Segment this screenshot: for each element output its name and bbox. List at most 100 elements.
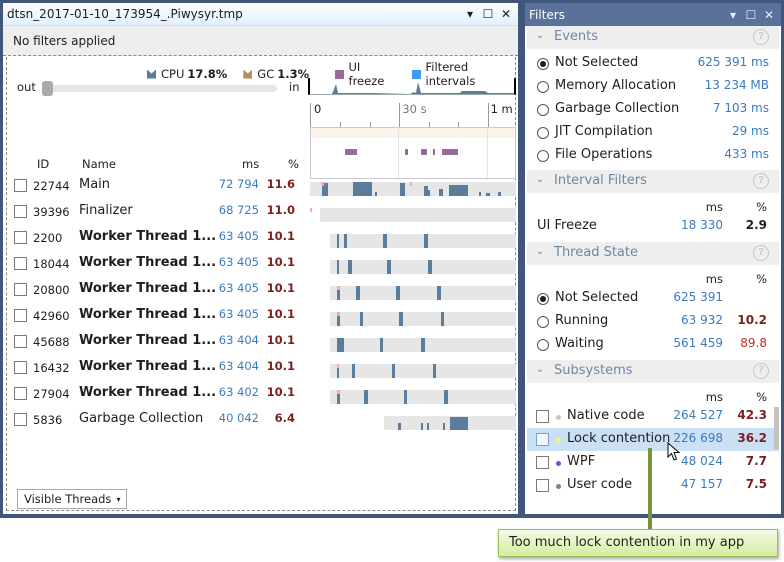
radio-button[interactable] — [537, 150, 549, 162]
thread-checkbox[interactable] — [14, 205, 27, 218]
thread-row[interactable]: 18044 Worker Thread 1... 63 405 10.1 — [7, 251, 517, 277]
subsystem-checkbox[interactable] — [536, 433, 549, 446]
event-filter-option[interactable]: Garbage Collection 7 103 ms — [527, 98, 779, 121]
chevron-down-icon: ▾ — [116, 494, 121, 504]
thread-activity-track[interactable] — [329, 338, 516, 352]
thread-row[interactable]: 27904 Worker Thread 1... 63 402 10.1 — [7, 381, 517, 407]
thread-activity-track[interactable] — [329, 286, 516, 300]
option-ms: 47 157 — [681, 477, 723, 491]
maximize-icon[interactable]: ☐ — [482, 7, 494, 21]
thread-activity-track[interactable] — [310, 208, 516, 222]
zoom-slider-thumb[interactable] — [42, 81, 53, 96]
event-filter-option[interactable]: JIT Compilation 29 ms — [527, 121, 779, 144]
window-title: dtsn_2017-01-10_173954_.Piwysyr.tmp — [7, 7, 243, 21]
timeline-overview[interactable] — [308, 78, 516, 95]
thread-activity-track[interactable] — [329, 390, 516, 404]
cpu-activity-segment — [355, 286, 361, 300]
thread-checkbox[interactable] — [14, 283, 27, 296]
thread-state-option[interactable]: Running 63 932 10.2 — [527, 310, 779, 333]
radio-button[interactable] — [537, 81, 549, 93]
radio-button[interactable] — [537, 316, 549, 328]
thread-activity-track[interactable] — [329, 364, 516, 378]
subsystem-option[interactable]: User code 47 157 7.5 — [527, 474, 779, 497]
thread-checkbox[interactable] — [14, 335, 27, 348]
scrollbar-thumb[interactable] — [774, 407, 779, 449]
thread-row[interactable]: 42960 Worker Thread 1... 63 405 10.1 — [7, 303, 517, 329]
radio-button[interactable] — [537, 127, 549, 139]
chevron-down-icon: ⌄ — [536, 364, 545, 375]
thread-row[interactable]: 2200 Worker Thread 1... 63 405 10.1 — [7, 225, 517, 251]
option-pct: 89.8 — [740, 336, 767, 350]
subsystem-option[interactable]: Native code 264 527 42.3 — [527, 405, 779, 428]
thread-row[interactable]: 45688 Worker Thread 1... 63 404 10.1 — [7, 329, 517, 355]
event-filter-option[interactable]: Not Selected 625 391 ms — [527, 52, 779, 75]
filter-status-bar: No filters applied — [3, 26, 518, 56]
thread-checkbox[interactable] — [14, 387, 27, 400]
thread-activity-track[interactable] — [310, 182, 516, 196]
interval-filter-row[interactable]: UI Freeze 18 330 2.9 — [527, 215, 779, 238]
section-interval-filters[interactable]: ⌄ Interval Filters? — [527, 170, 779, 193]
radio-button[interactable] — [537, 293, 549, 305]
thread-checkbox[interactable] — [14, 231, 27, 244]
axis-tick-label: 0 — [314, 102, 322, 116]
thread-checkbox[interactable] — [14, 413, 27, 426]
subsystem-checkbox[interactable] — [536, 410, 549, 423]
subsystem-option[interactable]: Lock contention 226 698 36.2 — [527, 428, 779, 451]
window-menu-dropdown-icon[interactable]: ▾ — [464, 7, 476, 21]
thread-activity-track[interactable] — [329, 260, 516, 274]
close-icon[interactable]: ✕ — [500, 7, 512, 21]
thread-checkbox[interactable] — [14, 179, 27, 192]
event-filter-option[interactable]: Memory Allocation 13 234 MB — [527, 75, 779, 98]
help-icon[interactable]: ? — [753, 173, 769, 189]
thread-state-option[interactable]: Not Selected 625 391 — [527, 287, 779, 310]
help-icon[interactable]: ? — [753, 29, 769, 45]
cpu-activity-segment — [347, 260, 352, 274]
thread-activity-track[interactable] — [329, 234, 516, 248]
thread-checkbox[interactable] — [14, 309, 27, 322]
cpu-activity-segment — [444, 390, 449, 404]
filters-scrollbar[interactable] — [774, 407, 779, 529]
col-pct-header: % — [756, 272, 767, 286]
help-icon[interactable]: ? — [753, 363, 769, 379]
thread-activity-track[interactable] — [384, 416, 516, 430]
thread-row[interactable]: 5836 Garbage Collection 40 042 6.4 — [7, 407, 517, 433]
close-icon[interactable]: ✕ — [763, 8, 775, 22]
col-name-header[interactable]: Name — [82, 157, 116, 171]
thread-row[interactable]: 16432 Worker Thread 1... 63 404 10.1 — [7, 355, 517, 381]
subsystem-checkbox[interactable] — [536, 456, 549, 469]
thread-name: Main — [79, 177, 111, 192]
thread-state-option[interactable]: Waiting 561 459 89.8 — [527, 333, 779, 356]
option-label: JIT Compilation — [555, 124, 653, 139]
cpu-activity-segment — [443, 423, 446, 430]
thread-checkbox[interactable] — [14, 361, 27, 374]
thread-pct: 6.4 — [274, 411, 295, 425]
thread-row[interactable]: 20800 Worker Thread 1... 63 405 10.1 — [7, 277, 517, 303]
radio-button[interactable] — [537, 104, 549, 116]
maximize-icon[interactable]: ☐ — [745, 8, 757, 22]
event-filter-option[interactable]: File Operations 433 ms — [527, 144, 779, 167]
window-menu-dropdown-icon[interactable]: ▾ — [727, 8, 739, 22]
col-id-header[interactable]: ID — [37, 157, 49, 171]
col-ms-header[interactable]: ms — [242, 157, 259, 171]
gc-pause-marker — [337, 390, 341, 394]
visible-threads-dropdown[interactable]: Visible Threads ▾ — [17, 489, 128, 509]
section-subsystems[interactable]: ⌄ Subsystems? — [527, 360, 779, 383]
thread-row[interactable]: 22744 Main 72 794 11.6 — [7, 173, 517, 199]
zoom-slider[interactable] — [42, 81, 277, 96]
zoom-row: out in — [7, 78, 517, 98]
option-pct: 36.2 — [737, 431, 767, 445]
subsystem-checkbox[interactable] — [536, 479, 549, 492]
subsystem-option[interactable]: WPF 48 024 7.7 — [527, 451, 779, 474]
thread-activity-track[interactable] — [329, 312, 516, 326]
section-events[interactable]: ⌄ Events? — [527, 26, 779, 49]
radio-button[interactable] — [537, 58, 549, 70]
filters-window: Filters ▾ ☐ ✕ ⌄ Events? Not Selected 625 39… — [525, 3, 781, 514]
thread-row[interactable]: 39396 Finalizer 68 725 11.0 — [7, 199, 517, 225]
thread-checkbox[interactable] — [14, 257, 27, 270]
col-pct-header[interactable]: % — [288, 157, 299, 171]
thread-name: Worker Thread 1... — [79, 281, 217, 296]
section-thread-state[interactable]: ⌄ Thread State? — [527, 242, 779, 265]
help-icon[interactable]: ? — [753, 245, 769, 261]
radio-button[interactable] — [537, 339, 549, 351]
cpu-activity-segment — [498, 191, 501, 196]
